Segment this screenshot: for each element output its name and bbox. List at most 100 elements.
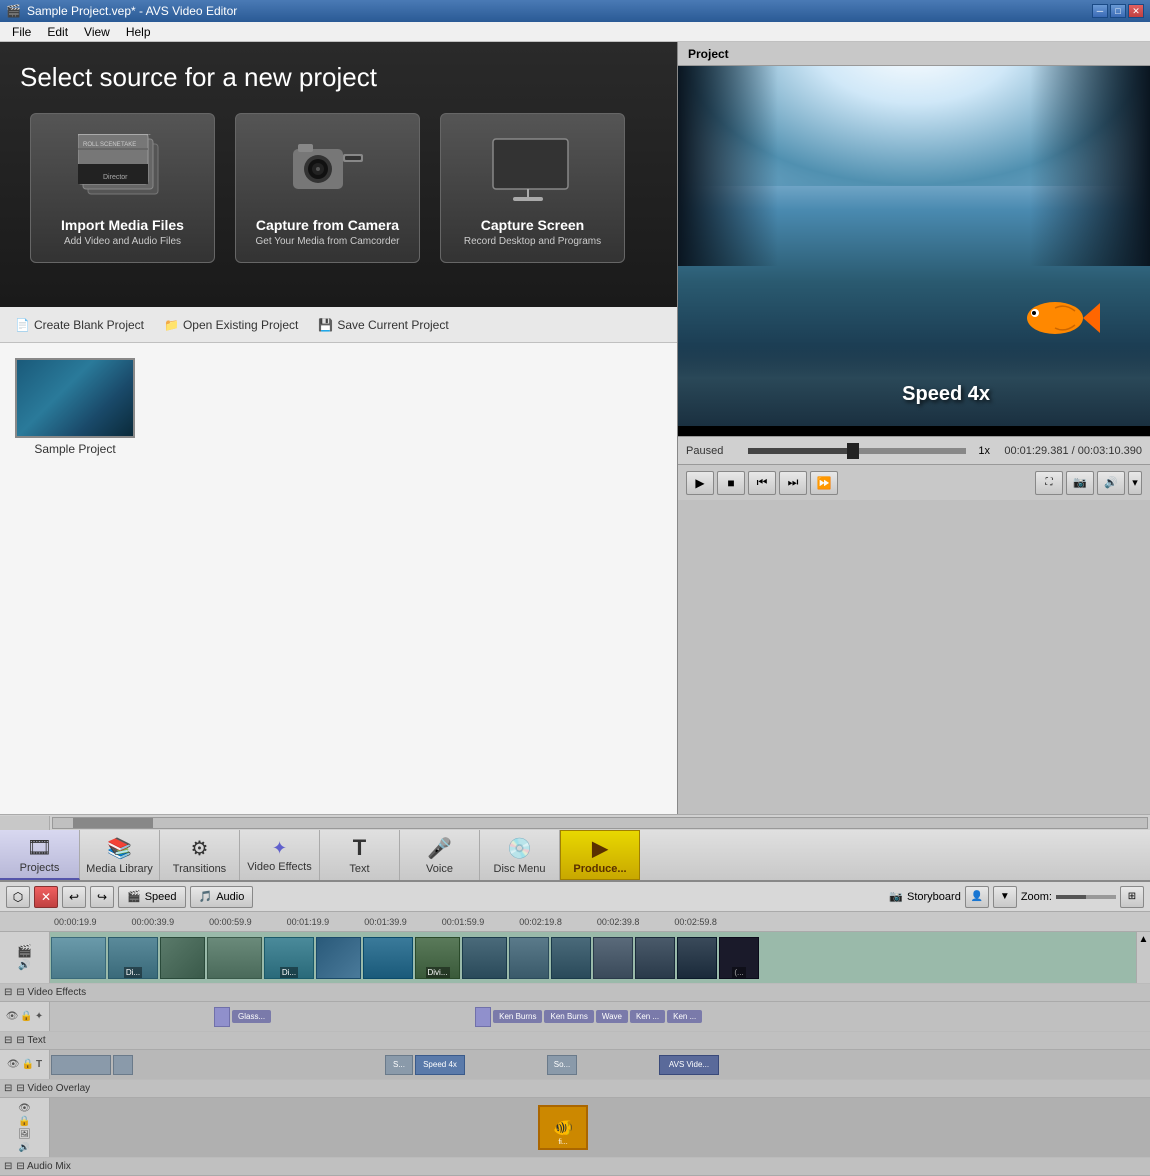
effect-glass-badge[interactable]: Glass... — [232, 1010, 271, 1023]
progress-handle[interactable] — [847, 443, 859, 459]
undo-button[interactable]: ↩ — [62, 886, 86, 908]
overlay-lock-icon[interactable]: 🔒 — [18, 1116, 30, 1127]
overlay-expand-icon[interactable]: ⊟ — [4, 1083, 12, 1094]
view-mode-button[interactable]: 👤 — [965, 886, 989, 908]
import-media-label: Import Media Files — [61, 217, 184, 233]
effect-ken3-badge[interactable]: Ken ... — [630, 1010, 665, 1023]
open-existing-action[interactable]: 📁 Open Existing Project — [164, 318, 298, 332]
video-clip-5[interactable]: Di... — [264, 937, 314, 979]
minimize-button[interactable]: ─ — [1092, 4, 1108, 18]
video-clip-9[interactable] — [462, 937, 507, 979]
preview-title: Project — [688, 47, 729, 61]
video-clip-6[interactable] — [316, 937, 361, 979]
open-project-icon: 📁 — [164, 318, 179, 332]
video-clip-3[interactable] — [160, 937, 205, 979]
overlay-eye-icon[interactable]: 👁 — [18, 1103, 31, 1114]
main-content: Select source for a new project ROLL SCE… — [0, 42, 1150, 830]
preview-area: Speed 4x — [678, 66, 1150, 436]
tab-projects[interactable]: 🎞 Projects — [0, 830, 80, 880]
video-clip-8[interactable]: Divi... — [415, 937, 460, 979]
effect-kenburns-2-badge[interactable]: Ken Burns — [544, 1010, 593, 1023]
storyboard-toggle[interactable]: 📷 Storyboard — [889, 890, 961, 903]
audio-mode-button[interactable]: 🎵 Audio — [190, 886, 254, 908]
progress-slider[interactable] — [748, 448, 966, 454]
capture-camera-option[interactable]: Capture from Camera Get Your Media from … — [235, 113, 420, 263]
video-clip-14[interactable] — [677, 937, 717, 979]
tab-disc-menu[interactable]: 💿 Disc Menu — [480, 830, 560, 880]
audio-expand-icon[interactable]: ⊟ — [4, 1161, 12, 1172]
import-media-option[interactable]: ROLL SCENE TAKE Director Import Media Fi… — [30, 113, 215, 263]
rewind-button[interactable]: ⏮ — [748, 471, 776, 495]
expand-timeline-button[interactable]: ⊞ — [1120, 886, 1144, 908]
tab-media-library[interactable]: 📚 Media Library — [80, 830, 160, 880]
horizontal-scrollbar-thumb[interactable] — [73, 818, 153, 828]
video-clip-7[interactable] — [363, 937, 413, 979]
text-type-icon[interactable]: T — [36, 1059, 42, 1070]
snapshot-button[interactable]: 📷 — [1066, 471, 1094, 495]
capture-screen-option[interactable]: Capture Screen Record Desktop and Progra… — [440, 113, 625, 263]
playback-speed: 1x — [978, 445, 998, 457]
tab-voice[interactable]: 🎤 Voice — [400, 830, 480, 880]
volume-button[interactable]: 🔊 — [1097, 471, 1125, 495]
bottom-scrollbar[interactable] — [0, 814, 1150, 830]
text-eye-icon[interactable]: 👁 — [7, 1059, 20, 1070]
text-clip-speed4x[interactable]: Speed 4x — [415, 1055, 465, 1075]
cursor-tool-button[interactable]: ⬡ — [6, 886, 30, 908]
text-clip-1[interactable] — [51, 1055, 111, 1075]
menu-view[interactable]: View — [76, 23, 118, 41]
fullscreen-button[interactable]: ⛶ — [1035, 471, 1063, 495]
text-clip-2[interactable] — [113, 1055, 133, 1075]
speed-mode-button[interactable]: 🎬 Speed — [118, 886, 186, 908]
effect-wave-badge[interactable]: Wave — [596, 1010, 628, 1023]
zoom-slider[interactable] — [1056, 895, 1116, 899]
video-clip-11[interactable] — [551, 937, 591, 979]
save-project-action[interactable]: 💾 Save Current Project — [318, 318, 448, 332]
stop-button[interactable]: ■ — [717, 471, 745, 495]
tab-produce[interactable]: ▶ Produce... — [560, 830, 640, 880]
tab-transitions[interactable]: ⚙ Transitions — [160, 830, 240, 880]
skip-forward-button[interactable]: ⏭ — [779, 471, 807, 495]
sample-project-thumb[interactable]: Sample Project — [15, 358, 135, 456]
overlay-audio-icon[interactable]: 🔊 — [19, 1142, 30, 1153]
menu-file[interactable]: File — [4, 23, 39, 41]
effect-marker-2[interactable] — [475, 1007, 491, 1027]
frame-forward-button[interactable]: ⏩ — [810, 471, 838, 495]
play-button[interactable]: ▶ — [686, 471, 714, 495]
video-clip-15[interactable]: (... — [719, 937, 759, 979]
tab-video-effects[interactable]: ✦ Video Effects — [240, 830, 320, 880]
delete-button[interactable]: ✕ — [34, 886, 58, 908]
text-clip-so[interactable]: So... — [547, 1055, 577, 1075]
text-section-header: ⊟ ⊟ Text — [0, 1032, 1150, 1050]
tab-text[interactable]: T Text — [320, 830, 400, 880]
redo-button[interactable]: ↪ — [90, 886, 114, 908]
video-clip-2[interactable]: Di... — [108, 937, 158, 979]
effect-kenburns-1-badge[interactable]: Ken Burns — [493, 1010, 542, 1023]
video-clip-13[interactable] — [635, 937, 675, 979]
text-clip-s[interactable]: S... — [385, 1055, 413, 1075]
effects-lock-icon[interactable]: 🔒 — [20, 1011, 32, 1022]
menu-edit[interactable]: Edit — [39, 23, 76, 41]
text-lock-icon[interactable]: 🔒 — [22, 1059, 34, 1070]
horizontal-scrollbar-track[interactable] — [52, 817, 1148, 829]
overlay-clip-fish[interactable]: 🐠 fi... — [538, 1105, 588, 1150]
text-clip-avs[interactable]: AVS Vide... — [659, 1055, 719, 1075]
view-mode-select[interactable]: ▼ — [993, 886, 1017, 908]
video-clip-12[interactable] — [593, 937, 633, 979]
effects-type-icon[interactable]: ✦ — [35, 1011, 43, 1022]
effect-ken4-badge[interactable]: Ken ... — [667, 1010, 702, 1023]
overlay-type-icon[interactable]: 🖼 — [18, 1129, 31, 1140]
effects-eye-icon[interactable]: 👁 — [6, 1011, 19, 1022]
effect-marker-1[interactable] — [214, 1007, 230, 1027]
video-clip-1[interactable] — [51, 937, 106, 979]
capture-screen-sublabel: Record Desktop and Programs — [464, 236, 601, 247]
close-button[interactable]: ✕ — [1128, 4, 1144, 18]
timeline-right-scroll[interactable]: ▲ — [1136, 932, 1150, 983]
menu-help[interactable]: Help — [118, 23, 159, 41]
video-clip-10[interactable] — [509, 937, 549, 979]
expand-panel-button[interactable]: ▾ — [1128, 471, 1142, 495]
video-clip-4[interactable] — [207, 937, 262, 979]
video-effects-expand-icon[interactable]: ⊟ — [4, 987, 12, 998]
create-blank-action[interactable]: 📄 Create Blank Project — [15, 318, 144, 332]
text-expand-icon[interactable]: ⊟ — [4, 1035, 12, 1046]
maximize-button[interactable]: □ — [1110, 4, 1126, 18]
